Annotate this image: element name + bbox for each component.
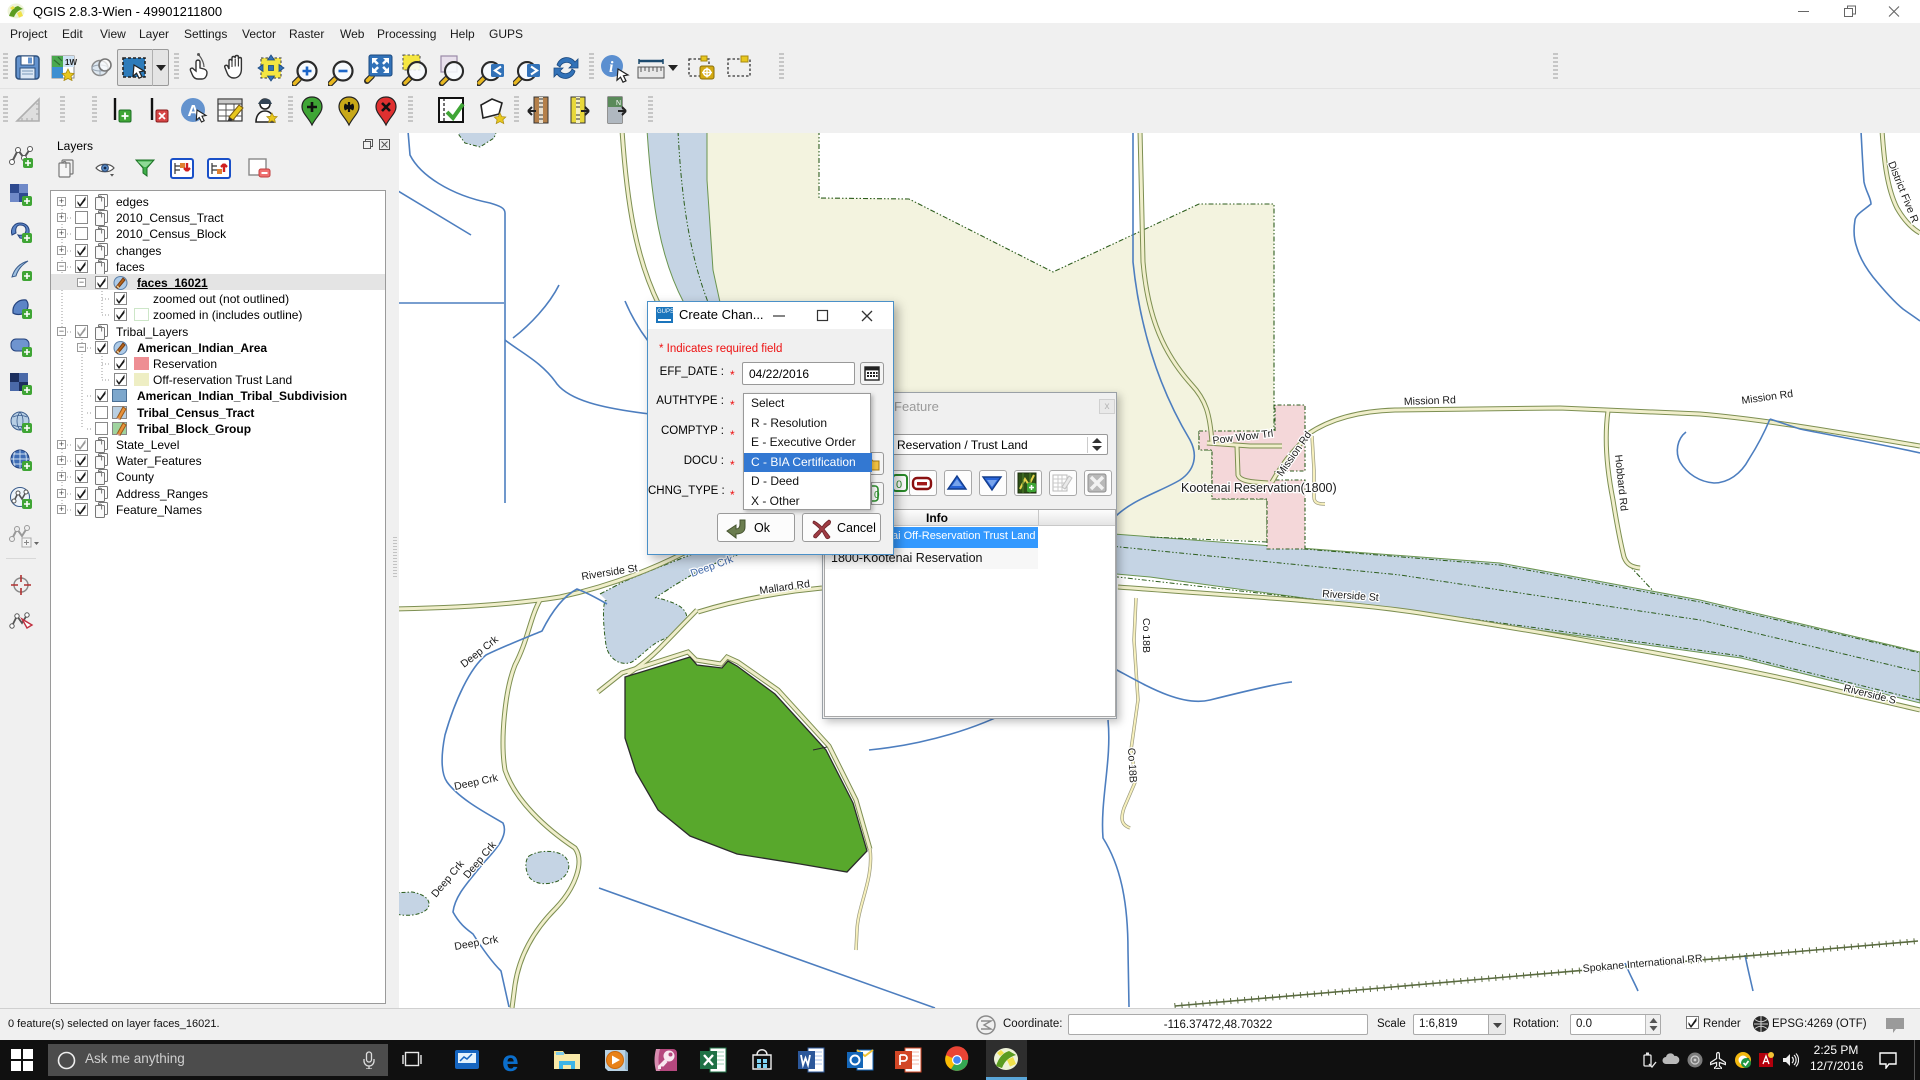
svg-text:0: 0 (896, 479, 902, 491)
svg-text:1W: 1W (65, 58, 77, 67)
svg-text:Deep Crk: Deep Crk (461, 839, 499, 881)
svg-text:Mission Rd: Mission Rd (1741, 388, 1794, 407)
svg-text:Kootenai Reservation(1800): Kootenai Reservation(1800) (1181, 481, 1337, 495)
svg-text:Co 18B: Co 18B (1140, 618, 1152, 653)
svg-text:Co 18B: Co 18B (1125, 748, 1139, 784)
svg-text:Deep Crk: Deep Crk (453, 933, 499, 953)
svg-text:Deep Crk: Deep Crk (453, 772, 500, 793)
svg-text:0: 0 (874, 490, 880, 501)
svg-text:Mission Rd: Mission Rd (1404, 394, 1456, 408)
svg-text:i: i (609, 59, 614, 76)
svg-text:Deep Crk: Deep Crk (429, 858, 467, 900)
svg-text:Deep Crk: Deep Crk (458, 633, 501, 670)
svg-text:e: e (502, 1045, 519, 1075)
svg-text:N: N (616, 100, 621, 107)
svg-text:Spokane International RR: Spokane International RR (1582, 953, 1703, 975)
